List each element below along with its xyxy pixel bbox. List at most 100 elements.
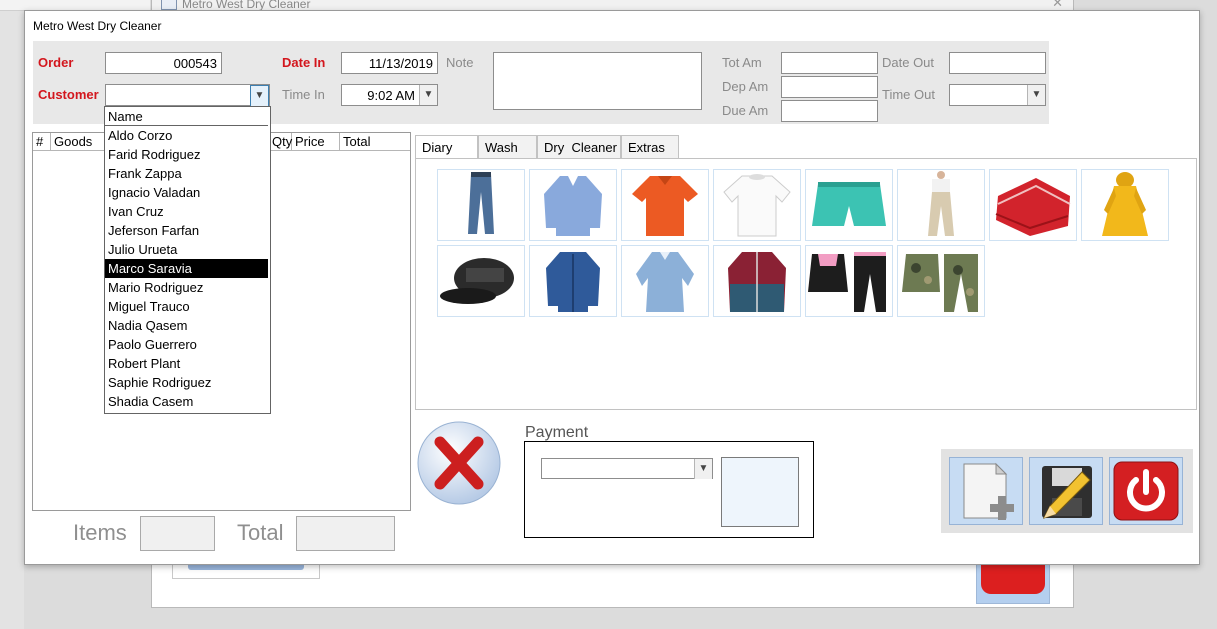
tab-dry-cleaner[interactable]: Dry Cleaner	[537, 135, 621, 158]
dialog-title: Metro West Dry Cleaner	[33, 19, 162, 33]
dropdown-column-header: Name	[105, 107, 268, 126]
customer-option[interactable]: Jeferson Farfan	[105, 221, 268, 240]
customer-option[interactable]: Ivan Cruz	[105, 202, 268, 221]
dep-am-field[interactable]	[781, 76, 878, 98]
total-amount-field	[296, 516, 395, 551]
customer-option[interactable]: Miguel Trauco	[105, 297, 268, 316]
customer-option[interactable]: Shadia Casem	[105, 392, 268, 411]
cancel-x-icon	[417, 421, 501, 505]
red-blanket-button[interactable]	[989, 169, 1077, 241]
time-out-combo[interactable]: ▼	[949, 84, 1046, 106]
customer-option[interactable]: Mario Rodriguez	[105, 278, 268, 297]
chevron-down-icon[interactable]: ▼	[1027, 85, 1045, 105]
due-am-field[interactable]	[781, 100, 878, 122]
column-header[interactable]: Price	[292, 133, 340, 151]
tab-diary[interactable]: Diary	[415, 135, 478, 159]
column-header[interactable]: Total	[340, 133, 410, 151]
time-in-value: 9:02 AM	[367, 88, 415, 103]
customer-option[interactable]: Nadia Qasem	[105, 316, 268, 335]
new-document-icon	[963, 462, 1014, 520]
customer-combo[interactable]: ▼	[105, 84, 270, 107]
raincoat-icon	[1102, 172, 1148, 236]
column-header[interactable]: Qty	[269, 133, 292, 151]
blue-dress-shirt-button[interactable]	[529, 169, 617, 241]
action-button-panel	[941, 449, 1193, 533]
exit-button[interactable]	[1109, 457, 1183, 525]
teal-shorts-button[interactable]	[805, 169, 893, 241]
order-label: Order	[38, 55, 74, 70]
dress-shirt-icon	[544, 176, 602, 236]
payment-group: ▼	[524, 441, 814, 538]
customer-option[interactable]: Farid Rodriguez	[105, 145, 268, 164]
customer-dropdown-list[interactable]: Name Aldo Corzo Farid Rodriguez Frank Za…	[104, 106, 271, 414]
customer-option[interactable]: Paolo Guerrero	[105, 335, 268, 354]
save-order-button[interactable]	[1029, 457, 1103, 525]
note-field[interactable]	[493, 52, 702, 110]
customer-option-selected[interactable]: Marco Saravia	[105, 259, 268, 278]
light-denim-blouse-button[interactable]	[621, 245, 709, 317]
time-in-label: Time In	[282, 87, 325, 102]
items-label: Items	[73, 520, 127, 545]
camo-uniform-icon	[902, 254, 978, 312]
date-in-field[interactable]: 11/13/2019	[341, 52, 438, 74]
order-dialog: Metro West Dry Cleaner Order 000543 Cust…	[24, 10, 1200, 565]
customer-option[interactable]: Ignacio Valadan	[105, 183, 268, 202]
tab-wash[interactable]: Wash	[478, 135, 537, 158]
diary-tab-panel	[415, 158, 1197, 410]
customer-option[interactable]: Frank Zappa	[105, 164, 268, 183]
order-number-field[interactable]: 000543	[105, 52, 222, 74]
total-label: Total	[237, 520, 284, 545]
tracksuit-icon	[808, 252, 886, 312]
pink-black-tracksuit-button[interactable]	[805, 245, 893, 317]
jeans-icon	[468, 172, 494, 234]
yellow-raincoat-button[interactable]	[1081, 169, 1169, 241]
khaki-pants-button[interactable]	[897, 169, 985, 241]
time-in-combo[interactable]: 9:02 AM ▼	[341, 84, 438, 106]
jeans-button[interactable]	[437, 169, 525, 241]
payment-method-combo[interactable]: ▼	[541, 458, 713, 479]
order-number-value: 000543	[173, 56, 217, 71]
blouse-icon	[636, 252, 694, 312]
date-out-field[interactable]	[949, 52, 1046, 74]
cancel-order-button[interactable]	[416, 420, 502, 506]
date-in-value: 11/13/2019	[368, 56, 433, 71]
chevron-down-icon[interactable]: ▼	[419, 85, 437, 105]
camo-uniform-button[interactable]	[897, 245, 985, 317]
save-edit-icon	[1042, 466, 1092, 519]
form-icon	[161, 0, 177, 10]
new-order-button[interactable]	[949, 457, 1023, 525]
tot-am-field[interactable]	[781, 52, 878, 74]
dep-am-label: Dep Am	[722, 79, 769, 94]
denim-shirt-icon	[546, 252, 600, 312]
maroon-jacket-button[interactable]	[713, 245, 801, 317]
tshirt-icon	[723, 174, 791, 237]
due-am-label: Due Am	[722, 103, 769, 118]
power-icon	[1113, 461, 1179, 521]
chevron-down-icon[interactable]: ▼	[250, 85, 269, 107]
cap-icon	[440, 258, 514, 304]
blanket-icon	[995, 178, 1071, 236]
chevron-down-icon[interactable]: ▼	[694, 459, 712, 479]
column-header[interactable]: #	[33, 133, 51, 151]
date-out-label: Date Out	[882, 55, 935, 70]
note-label: Note	[446, 55, 474, 70]
customer-label: Customer	[38, 87, 99, 102]
customer-option[interactable]: Robert Plant	[105, 354, 268, 373]
background-desktop	[0, 0, 24, 629]
tab-extras[interactable]: Extras	[621, 135, 679, 158]
customer-option[interactable]: Julio Urueta	[105, 240, 268, 259]
date-in-label: Date In	[282, 55, 326, 70]
pants-icon	[928, 171, 954, 236]
polo-shirt-icon	[632, 176, 698, 236]
denim-shirt-button[interactable]	[529, 245, 617, 317]
time-out-label: Time Out	[882, 87, 935, 102]
customer-option[interactable]: Aldo Corzo	[105, 126, 268, 145]
items-count-field	[140, 516, 215, 551]
payment-amount-field[interactable]	[721, 457, 799, 527]
payment-label: Payment	[525, 424, 589, 441]
white-tshirt-button[interactable]	[713, 169, 801, 241]
customer-option[interactable]: Saphie Rodriguez	[105, 373, 268, 392]
black-cap-button[interactable]	[437, 245, 525, 317]
orange-polo-button[interactable]	[621, 169, 709, 241]
shorts-icon	[812, 182, 886, 226]
